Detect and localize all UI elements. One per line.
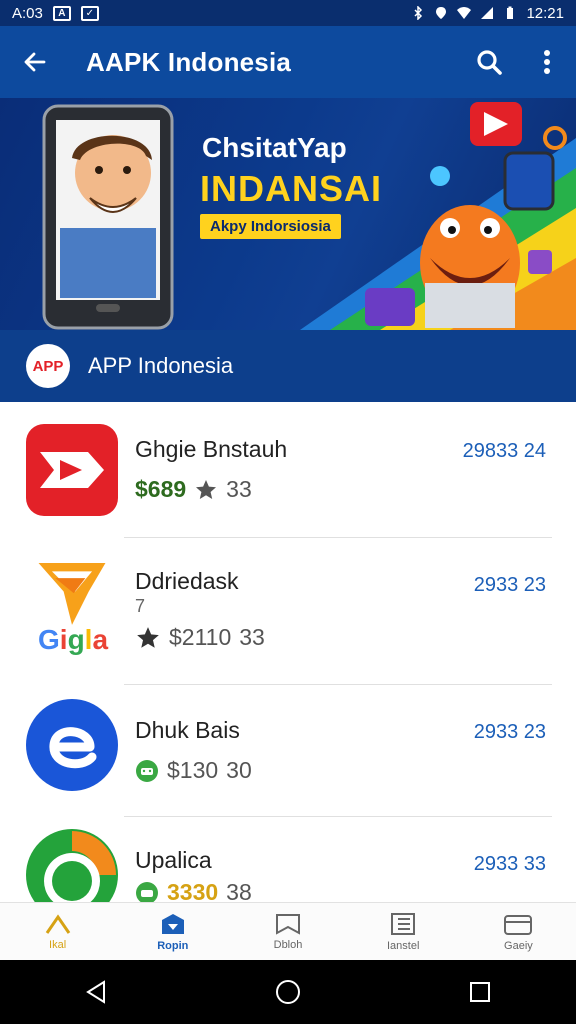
search-button[interactable] bbox=[460, 26, 518, 98]
section-header: APP APP Indonesia bbox=[0, 330, 576, 402]
app-name: Dhuk Bais bbox=[135, 717, 240, 743]
app-size: 2933 23 bbox=[473, 574, 546, 596]
nav-tab-label: Ikal bbox=[49, 938, 67, 951]
nav-tab-store[interactable]: Ropin bbox=[115, 903, 230, 960]
green-chat-icon bbox=[26, 829, 118, 902]
nav-tab-label: Ianstel bbox=[387, 939, 420, 952]
wifi-icon bbox=[457, 7, 472, 19]
app-meta: $689 33 bbox=[135, 476, 252, 503]
system-back-button[interactable] bbox=[66, 960, 126, 1024]
circle-home-icon bbox=[276, 980, 300, 1004]
system-home-button[interactable] bbox=[258, 960, 318, 1024]
star-icon bbox=[196, 479, 217, 499]
red-play-icon bbox=[26, 424, 118, 516]
gigla-wordmark: Gigla bbox=[38, 624, 109, 655]
app-price: $689 bbox=[135, 476, 187, 502]
banner-headline: ChsitatYap bbox=[202, 132, 347, 163]
battery-icon bbox=[507, 6, 514, 19]
blue-e-icon bbox=[26, 699, 118, 791]
list-item[interactable]: Upalica 3330 38 2933 33 bbox=[0, 817, 576, 902]
system-navigation-bar bbox=[0, 960, 576, 1024]
app-size: 2933 23 bbox=[473, 721, 546, 743]
signal-icon bbox=[481, 7, 494, 19]
banner-tag: Akpy Indorsiosia bbox=[200, 214, 341, 239]
app-size: 2933 33 bbox=[473, 853, 546, 875]
star-icon bbox=[137, 626, 159, 648]
app-meta: $2110 33 bbox=[135, 624, 265, 651]
banner-headline-accent: INDANSAI bbox=[200, 168, 383, 209]
app-bar: AAPK Indonesia bbox=[0, 26, 576, 98]
bookmark-icon bbox=[276, 913, 300, 935]
app-name: Ddriedask bbox=[135, 568, 239, 594]
app-rating: 33 bbox=[239, 624, 265, 650]
status-time-left: A:03 bbox=[12, 4, 43, 22]
nav-tab-label: Gaeiy bbox=[504, 939, 533, 952]
gallery-notification-icon: A bbox=[52, 5, 71, 21]
app-price: $2110 bbox=[169, 624, 232, 650]
nav-tab-label: Dbloh bbox=[273, 938, 303, 951]
app-rating: 30 bbox=[226, 757, 252, 783]
nav-tab-label: Ropin bbox=[157, 939, 189, 952]
triangle-back-icon bbox=[86, 980, 105, 1004]
bottom-navigation: Ikal Ropin Dbloh Ianstel Gaeiy bbox=[0, 902, 576, 960]
app-rating: 33 bbox=[226, 476, 252, 502]
app-meta: $130 30 bbox=[135, 757, 252, 784]
app-subtitle: 7 bbox=[135, 596, 146, 616]
app-title: AAPK Indonesia bbox=[86, 46, 292, 77]
nav-tab-bookmarks[interactable]: Dbloh bbox=[230, 903, 345, 960]
bluetooth-icon bbox=[414, 6, 423, 20]
app-size: 29833 24 bbox=[462, 440, 546, 462]
nav-tab-installed[interactable]: Ianstel bbox=[346, 903, 461, 960]
location-icon bbox=[436, 7, 447, 19]
section-title: APP Indonesia bbox=[88, 353, 234, 378]
more-options-button[interactable] bbox=[518, 26, 576, 98]
app-meta: 3330 38 bbox=[135, 879, 252, 902]
app-name: Ghgie Bnstauh bbox=[135, 436, 288, 462]
app-price: 3330 bbox=[167, 879, 219, 902]
card-icon bbox=[504, 914, 533, 935]
mail-notification-icon: ✓ bbox=[80, 5, 99, 21]
list-item[interactable]: Ghgie Bnstauh $689 33 29833 24 bbox=[0, 402, 576, 538]
android-icon bbox=[136, 881, 158, 902]
nav-tab-home[interactable]: Ikal bbox=[0, 903, 115, 960]
list-icon bbox=[391, 912, 416, 935]
app-list: Ghgie Bnstauh $689 33 29833 24 Gigla Ddr… bbox=[0, 402, 576, 902]
app-price: $130 bbox=[167, 757, 219, 783]
app-indonesia-logo: APP bbox=[26, 344, 70, 388]
list-item[interactable]: Gigla Ddriedask 7 $2110 33 2933 23 bbox=[0, 538, 576, 685]
nav-tab-account[interactable]: Gaeiy bbox=[461, 903, 576, 960]
promo-banner[interactable]: ChsitatYap INDANSAI Akpy Indorsiosia bbox=[0, 98, 576, 330]
status-time-right: 12:21 bbox=[526, 4, 564, 22]
more-vert-icon bbox=[544, 50, 550, 74]
list-item[interactable]: Dhuk Bais $130 30 2933 23 bbox=[0, 685, 576, 817]
app-rating: 38 bbox=[226, 879, 252, 902]
android-icon bbox=[136, 759, 158, 782]
square-recents-icon bbox=[470, 982, 490, 1002]
arrow-left-icon bbox=[24, 52, 46, 72]
search-icon bbox=[477, 50, 502, 75]
back-button[interactable] bbox=[0, 26, 70, 98]
home-icon bbox=[45, 913, 70, 934]
app-name: Upalica bbox=[135, 847, 212, 873]
system-recents-button[interactable] bbox=[450, 960, 510, 1024]
store-icon bbox=[161, 913, 184, 934]
status-bar: A:03 A ✓ 12:21 bbox=[0, 0, 576, 26]
